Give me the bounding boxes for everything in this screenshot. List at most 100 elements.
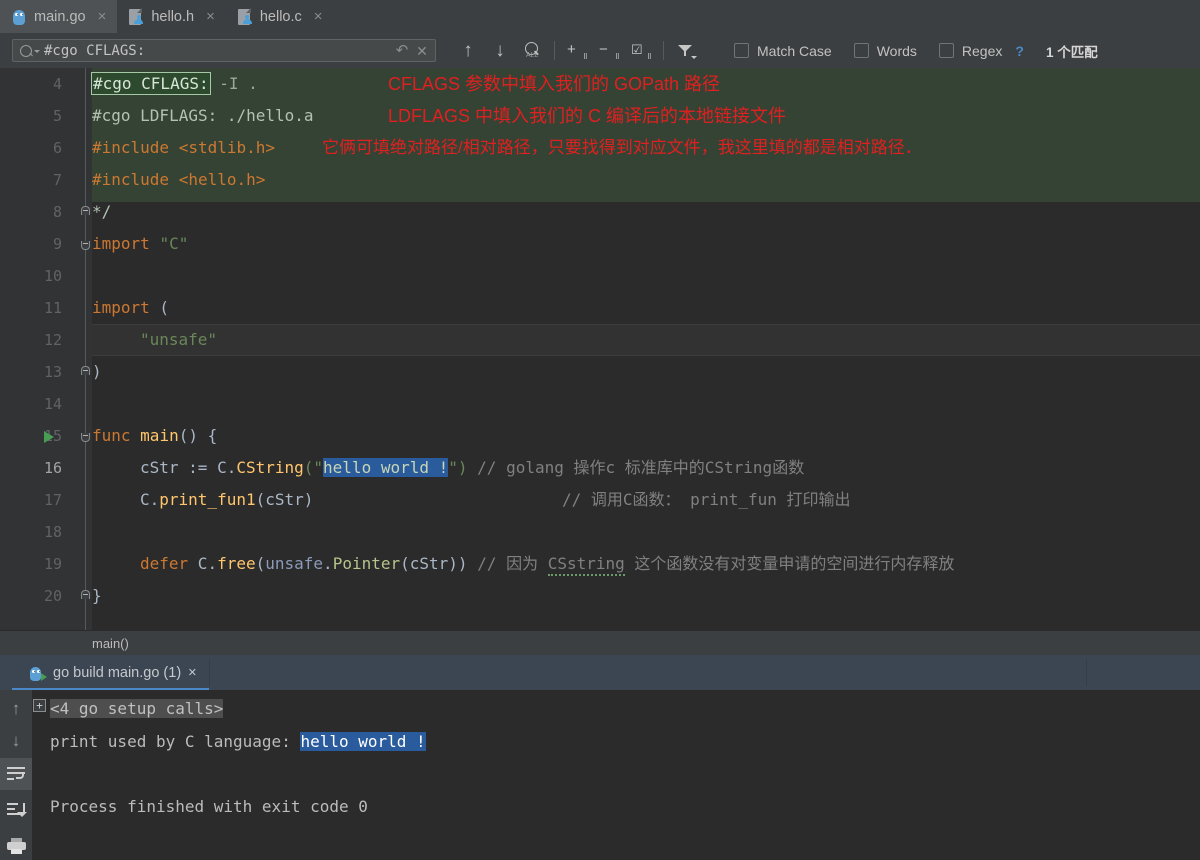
- editor-tab-bar: main.go × hello.h × hello.c ×: [0, 0, 1200, 33]
- up-arrow-icon[interactable]: ↑: [0, 692, 32, 724]
- regex-help-icon[interactable]: ?: [1015, 43, 1024, 59]
- go-file-icon: [11, 8, 27, 26]
- goland-window: main.go × hello.h × hello.c × #cgo CFLAG…: [0, 0, 1200, 860]
- close-icon[interactable]: ✕: [413, 44, 435, 58]
- current-line-highlight: [78, 324, 1200, 356]
- select-all-occurrences-icon: ☑ II: [631, 41, 651, 61]
- find-toolbar: #cgo CFLAGS: ↶ ✕ ↑ ↓ ALL + II − II ☑ II …: [0, 33, 1200, 68]
- editor-tab-hello-c[interactable]: hello.c ×: [226, 0, 334, 33]
- line-number: 9: [52, 235, 62, 253]
- line-number: 20: [43, 587, 62, 605]
- fold-marker-expand[interactable]: [81, 433, 90, 442]
- close-icon[interactable]: ×: [96, 9, 109, 24]
- down-arrow-icon[interactable]: ↓: [0, 724, 32, 756]
- annotation-paths: 它俩可填绝对路径/相对路径，只要找得到对应文件，我这里填的都是相对路径．: [322, 138, 922, 157]
- search-input[interactable]: #cgo CFLAGS: ↶ ✕: [12, 39, 436, 62]
- remove-occurrence-icon: − II: [599, 40, 619, 61]
- fold-region-line: [85, 68, 86, 630]
- code-line-11[interactable]: import (: [92, 292, 169, 324]
- code-line-9[interactable]: import "C": [92, 228, 188, 260]
- fold-marker-collapse[interactable]: [81, 590, 90, 599]
- code-line-17[interactable]: C.print_fun1(cStr): [140, 484, 313, 516]
- words-checkbox[interactable]: Words: [853, 42, 917, 59]
- spellcheck-squiggle: CSstring: [547, 554, 625, 576]
- annotation-ldflags: LDFLAGS 中填入我们的 C 编译后的本地链接文件: [388, 106, 787, 126]
- regex-checkbox[interactable]: Regex ?: [938, 42, 1024, 59]
- console-exit-line: Process finished with exit code 0: [50, 797, 368, 816]
- c-header-file-icon: [128, 7, 144, 26]
- search-icon[interactable]: [20, 44, 40, 58]
- run-tab-label: go build main.go (1): [53, 664, 182, 681]
- run-tab-go-build[interactable]: go build main.go (1) ×: [0, 655, 209, 690]
- code-line-19[interactable]: defer C.free(unsafe.Pointer(cStr)) // 因为…: [140, 548, 954, 580]
- line-number: 13: [43, 363, 62, 381]
- fold-marker-expand[interactable]: [81, 241, 90, 250]
- code-line-7[interactable]: #include <hello.h>: [92, 164, 265, 196]
- line-number: 10: [43, 267, 62, 285]
- line-number: 11: [43, 299, 62, 317]
- console-output-line: print used by C language: hello world !: [50, 732, 426, 751]
- console-selection-highlight: hello world !: [300, 732, 426, 751]
- run-gutter-icon[interactable]: [44, 431, 54, 443]
- line-number: 18: [43, 523, 62, 541]
- remove-occurrence-button[interactable]: − II: [593, 38, 625, 64]
- close-icon[interactable]: ×: [188, 665, 196, 681]
- scroll-to-end-icon[interactable]: [0, 794, 32, 826]
- line-number: 6: [52, 139, 62, 157]
- code-line-16[interactable]: cStr := C.CString("hello world !") // go…: [140, 452, 804, 484]
- console-setup-calls-line: <4 go setup calls>: [50, 699, 224, 718]
- fold-marker-collapse[interactable]: [81, 366, 90, 375]
- code-line-15[interactable]: func main() {: [92, 420, 217, 452]
- line-number-current: 16: [43, 459, 62, 477]
- breadcrumb-item-main[interactable]: main(): [92, 636, 129, 651]
- soft-wrap-icon[interactable]: [0, 758, 32, 790]
- text-selection-highlight: hello world !: [323, 458, 449, 477]
- filter-button[interactable]: [670, 38, 702, 64]
- c-source-file-icon: [237, 7, 253, 26]
- editor-tab-label: hello.h: [151, 8, 195, 25]
- line-number: 7: [52, 171, 62, 189]
- checkbox-box[interactable]: [734, 43, 749, 58]
- line-number: 19: [43, 555, 62, 573]
- line-number: 5: [52, 107, 62, 125]
- search-input-value[interactable]: #cgo CFLAGS:: [44, 43, 391, 59]
- find-next-button[interactable]: ↓: [484, 38, 516, 64]
- code-line-20[interactable]: }: [92, 580, 102, 612]
- editor-tab-hello-h[interactable]: hello.h ×: [117, 0, 226, 33]
- code-line-5[interactable]: #cgo LDFLAGS: ./hello.a: [92, 100, 314, 132]
- match-case-label: Match Case: [757, 42, 832, 59]
- close-icon[interactable]: ×: [204, 9, 217, 24]
- line-number: 17: [43, 491, 62, 509]
- fold-marker-collapse[interactable]: [81, 206, 90, 215]
- find-all-button[interactable]: ALL: [516, 38, 548, 64]
- editor-tab-label: hello.c: [259, 8, 302, 25]
- checkbox-box[interactable]: [938, 43, 954, 58]
- tab-divider: [1086, 659, 1087, 686]
- words-label: Words: [876, 42, 917, 59]
- code-line-4[interactable]: #cgo CFLAGS: -I .: [91, 68, 258, 100]
- code-line-13[interactable]: ): [92, 356, 102, 388]
- new-line-icon[interactable]: ↶: [391, 43, 413, 58]
- chevron-down-icon[interactable]: [34, 49, 40, 53]
- print-icon[interactable]: [0, 830, 32, 860]
- console-fold-expand-icon[interactable]: +: [33, 699, 46, 712]
- find-previous-button[interactable]: ↑: [452, 38, 484, 64]
- run-console[interactable]: ↑ ↓ + <4 go setup calls> print used by C…: [0, 690, 1200, 860]
- code-line-6[interactable]: #include <stdlib.h>: [92, 132, 275, 164]
- match-case-checkbox[interactable]: Match Case: [734, 43, 832, 59]
- annotation-cflags: CFLAGS 参数中填入我们的 GOPath 路径: [388, 74, 721, 94]
- code-line-12[interactable]: "unsafe": [140, 324, 217, 356]
- select-all-occurrences-button[interactable]: ☑ II: [625, 38, 657, 64]
- breadcrumb[interactable]: main(): [0, 630, 1200, 655]
- regex-label: Regex: [961, 42, 1003, 59]
- editor-tab-main-go[interactable]: main.go ×: [0, 0, 118, 33]
- code-line-8[interactable]: */: [92, 196, 111, 228]
- close-icon[interactable]: ×: [312, 9, 325, 24]
- add-occurrence-button[interactable]: + II: [561, 38, 593, 64]
- toolbar-divider: [663, 41, 664, 60]
- checkbox-box[interactable]: [853, 43, 869, 58]
- code-folding-strip[interactable]: [78, 68, 92, 630]
- line-number: 8: [52, 203, 62, 221]
- code-editor[interactable]: 4 5 6 7 8 9 10 11 12 13 14 15 16 17 18 1…: [0, 68, 1200, 630]
- search-match-highlight: #cgo CFLAGS:: [91, 72, 211, 95]
